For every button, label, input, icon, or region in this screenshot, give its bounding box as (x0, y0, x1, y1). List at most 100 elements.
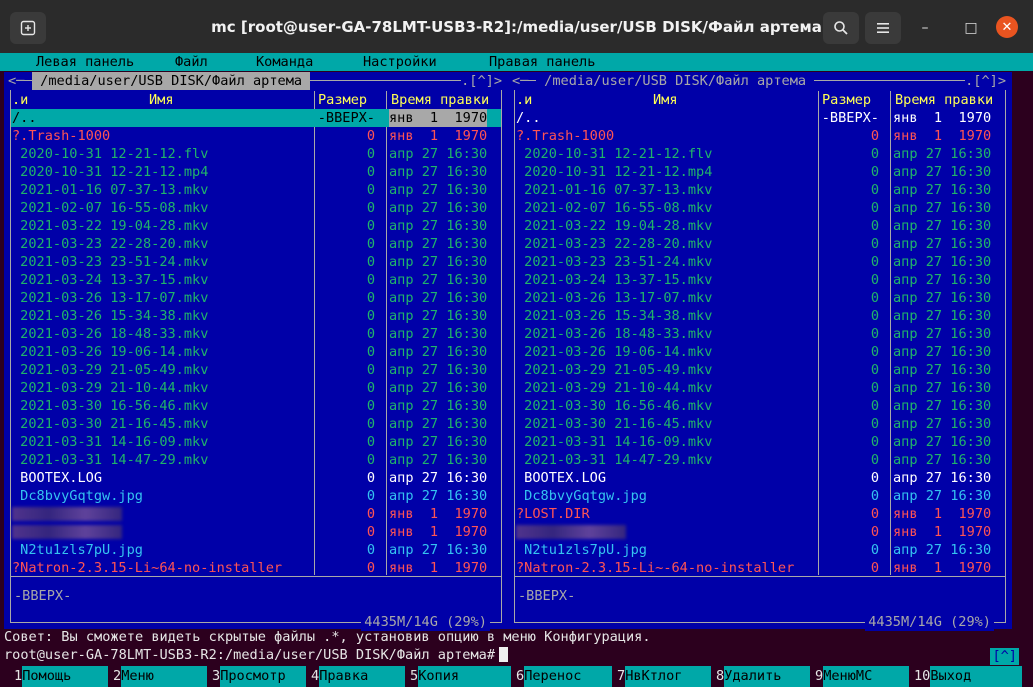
file-row[interactable]: ?Natron-2.3.15-Li~64-no-installer 0 янв 1 … (11, 559, 501, 577)
file-row[interactable]: 2020-10-31 12-21-12.mp4 0 апр 27 16:30 (515, 163, 1005, 181)
file-row[interactable]: 2021-03-26 13-17-07.mkv 0 апр 27 16:30 (515, 289, 1005, 307)
file-row[interactable]: 0 янв 1 1970 (11, 505, 501, 523)
file-row[interactable]: 2021-03-30 21-16-45.mkv 0 апр 27 16:30 (515, 415, 1005, 433)
file-row[interactable]: 2021-02-07 16-55-08.mkv 0 апр 27 16:30 (11, 199, 501, 217)
file-row[interactable]: 2021-03-22 19-04-28.mkv 0 апр 27 16:30 (515, 217, 1005, 235)
panel-corner-left[interactable]: <─ (8, 72, 25, 90)
fkey-10[interactable]: 10Выход (914, 666, 1023, 687)
panel-corner-right[interactable]: .[^]> (461, 72, 502, 90)
fkey-3[interactable]: 3Просмотр (212, 666, 307, 687)
file-row[interactable]: 2021-03-23 22-28-20.mkv 0 апр 27 16:30 (515, 235, 1005, 253)
file-row[interactable]: 2021-03-29 21-10-44.mkv 0 апр 27 16:30 (515, 379, 1005, 397)
fkey-2[interactable]: 2Меню (113, 666, 208, 687)
file-row[interactable]: 2021-03-26 18-48-33.mkv 0 апр 27 16:30 (11, 325, 501, 343)
maximize-button[interactable]: □ (959, 16, 983, 40)
fkey-6[interactable]: 6Перенос (516, 666, 613, 687)
column-header-name[interactable]: Имя (149, 91, 174, 109)
file-row[interactable]: N2tu1zls7pU.jpg 0 апр 27 16:30 (515, 541, 1005, 559)
file-row[interactable]: 2020-10-31 12-21-12.flv 0 апр 27 16:30 (515, 145, 1005, 163)
left-panel[interactable]: <─ /media/user/USB DISK/Файл артема .[^]… (4, 72, 508, 631)
file-row[interactable]: Dc8bvyGqtgw.jpg 0 апр 27 16:30 (11, 487, 501, 505)
file-size: 0 (870, 308, 879, 324)
file-row[interactable]: ?.Trash-1000 0 янв 1 1970 (515, 127, 1005, 145)
prompt-history-button[interactable]: [^] (990, 648, 1019, 665)
file-row[interactable]: 2021-03-30 21-16-45.mkv 0 апр 27 16:30 (11, 415, 501, 433)
file-row[interactable]: 2021-01-16 07-37-13.mkv 0 апр 27 16:30 (11, 181, 501, 199)
file-row[interactable]: 2021-02-07 16-55-08.mkv 0 апр 27 16:30 (515, 199, 1005, 217)
file-row[interactable]: ?Natron-2.3.15-Li~-64-no-installer 0 янв 1… (515, 559, 1005, 577)
file-row[interactable]: 0 янв 1 1970 (11, 523, 501, 541)
file-row[interactable]: 2021-01-16 07-37-13.mkv 0 апр 27 16:30 (515, 181, 1005, 199)
file-row[interactable]: 2021-03-31 14-16-09.mkv 0 апр 27 16:30 (11, 433, 501, 451)
file-mtime: янв 1 1970 (893, 560, 992, 576)
file-row[interactable]: 2020-10-31 12-21-12.flv 0 апр 27 16:30 (11, 145, 501, 163)
file-row[interactable]: 2021-03-26 18-48-33.mkv 0 апр 27 16:30 (515, 325, 1005, 343)
column-header-size[interactable]: Размер (318, 91, 367, 109)
file-row[interactable]: 2020-10-31 12-21-12.mp4 0 апр 27 16:30 (11, 163, 501, 181)
fkey-8[interactable]: 8Удалить (716, 666, 811, 687)
fkey-5[interactable]: 5Копия (410, 666, 512, 687)
file-row[interactable]: 2021-03-23 23-51-24.mkv 0 апр 27 16:30 (11, 253, 501, 271)
file-row[interactable]: 2021-03-23 22-28-20.mkv 0 апр 27 16:30 (11, 235, 501, 253)
file-row[interactable]: 2021-03-24 13-37-15.mkv 0 апр 27 16:30 (515, 271, 1005, 289)
file-row[interactable]: /.. -ВВЕРХ-янв 1 1970 (515, 109, 1005, 127)
file-row[interactable]: ?LOST.DIR 0 янв 1 1970 (515, 505, 1005, 523)
column-sort-indicator[interactable]: .и (516, 91, 532, 109)
file-row[interactable]: 2021-03-29 21-05-49.mkv 0 апр 27 16:30 (11, 361, 501, 379)
file-row[interactable]: 2021-03-23 23-51-24.mkv 0 апр 27 16:30 (515, 253, 1005, 271)
menu-right-panel[interactable]: Правая панель (489, 53, 595, 71)
file-row[interactable]: 2021-03-26 15-34-38.mkv 0 апр 27 16:30 (11, 307, 501, 325)
fkey-1[interactable]: 1Помощь (14, 666, 109, 687)
file-row[interactable]: 2021-03-26 15-34-38.mkv 0 апр 27 16:30 (515, 307, 1005, 325)
file-row[interactable]: Dc8bvyGqtgw.jpg 0 апр 27 16:30 (515, 487, 1005, 505)
fkey-number: 10 (914, 668, 931, 684)
file-name: 2021-03-26 13-17-07.mkv (516, 290, 713, 306)
close-button[interactable]: ✕ (996, 16, 1018, 38)
fkey-number: 9 (815, 668, 824, 684)
column-header-name[interactable]: Имя (653, 91, 678, 109)
menu-options[interactable]: Настройки (363, 53, 437, 71)
file-row[interactable]: 0 янв 1 1970 (515, 523, 1005, 541)
search-button[interactable] (823, 12, 859, 44)
file-row[interactable]: 2021-03-30 16-56-46.mkv 0 апр 27 16:30 (515, 397, 1005, 415)
minimize-button[interactable]: – (913, 16, 937, 40)
menu-file[interactable]: Файл (175, 53, 208, 71)
menu-command[interactable]: Команда (256, 53, 313, 71)
file-row[interactable]: 2021-03-26 19-06-14.mkv 0 апр 27 16:30 (515, 343, 1005, 361)
file-row[interactable]: 2021-03-29 21-05-49.mkv 0 апр 27 16:30 (515, 361, 1005, 379)
menu-left-panel[interactable]: Левая панель (36, 53, 134, 71)
menu-button[interactable] (865, 12, 901, 44)
column-header-mtime[interactable]: Время правки (895, 91, 993, 109)
panel-corner-right[interactable]: .[^]> (965, 72, 1006, 90)
file-row[interactable]: 2021-03-26 19-06-14.mkv 0 апр 27 16:30 (11, 343, 501, 361)
file-row[interactable]: BOOTEX.LOG 0 апр 27 16:30 (11, 469, 501, 487)
file-size: 0 (366, 182, 375, 198)
file-row[interactable]: 2021-03-22 19-04-28.mkv 0 апр 27 16:30 (11, 217, 501, 235)
command-prompt[interactable]: root@user-GA-78LMT-USB3-R2:/media/user/U… (4, 646, 509, 664)
fkey-number: 4 (311, 668, 320, 684)
file-row[interactable]: 2021-03-30 16-56-46.mkv 0 апр 27 16:30 (11, 397, 501, 415)
fkey-7[interactable]: 7НвКтлог (617, 666, 712, 687)
file-name: 2021-01-16 07-37-13.mkv (12, 182, 209, 198)
panel-corner-left[interactable]: <─ (512, 72, 529, 90)
file-size: 0 (366, 218, 375, 234)
file-row[interactable]: 2021-03-26 13-17-07.mkv 0 апр 27 16:30 (11, 289, 501, 307)
file-row[interactable]: BOOTEX.LOG 0 апр 27 16:30 (515, 469, 1005, 487)
file-row[interactable]: /.. -ВВЕРХ-янв 1 1970 (11, 109, 501, 127)
fkey-9[interactable]: 9МенюMC (815, 666, 910, 687)
file-mtime: апр 27 16:30 (389, 164, 488, 180)
column-header-size[interactable]: Размер (822, 91, 871, 109)
file-row[interactable]: N2tu1zls7pU.jpg 0 апр 27 16:30 (11, 541, 501, 559)
file-row[interactable]: 2021-03-31 14-47-29.mkv 0 апр 27 16:30 (11, 451, 501, 469)
column-header-mtime[interactable]: Время правки (391, 91, 489, 109)
file-row[interactable]: 2021-03-31 14-47-29.mkv 0 апр 27 16:30 (515, 451, 1005, 469)
file-row[interactable]: 2021-03-29 21-10-44.mkv 0 апр 27 16:30 (11, 379, 501, 397)
column-sort-indicator[interactable]: .и (12, 91, 28, 109)
file-row[interactable]: 2021-03-31 14-16-09.mkv 0 апр 27 16:30 (515, 433, 1005, 451)
file-row[interactable]: 2021-03-24 13-37-15.mkv 0 апр 27 16:30 (11, 271, 501, 289)
fkey-4[interactable]: 4Правка (311, 666, 406, 687)
fkey-label: НвКтлог (625, 666, 712, 687)
right-panel[interactable]: <─ /media/user/USB DISK/Файл артема .[^]… (508, 72, 1012, 631)
file-row[interactable]: ?.Trash-1000 0 янв 1 1970 (11, 127, 501, 145)
fkey-number: 2 (113, 668, 122, 684)
